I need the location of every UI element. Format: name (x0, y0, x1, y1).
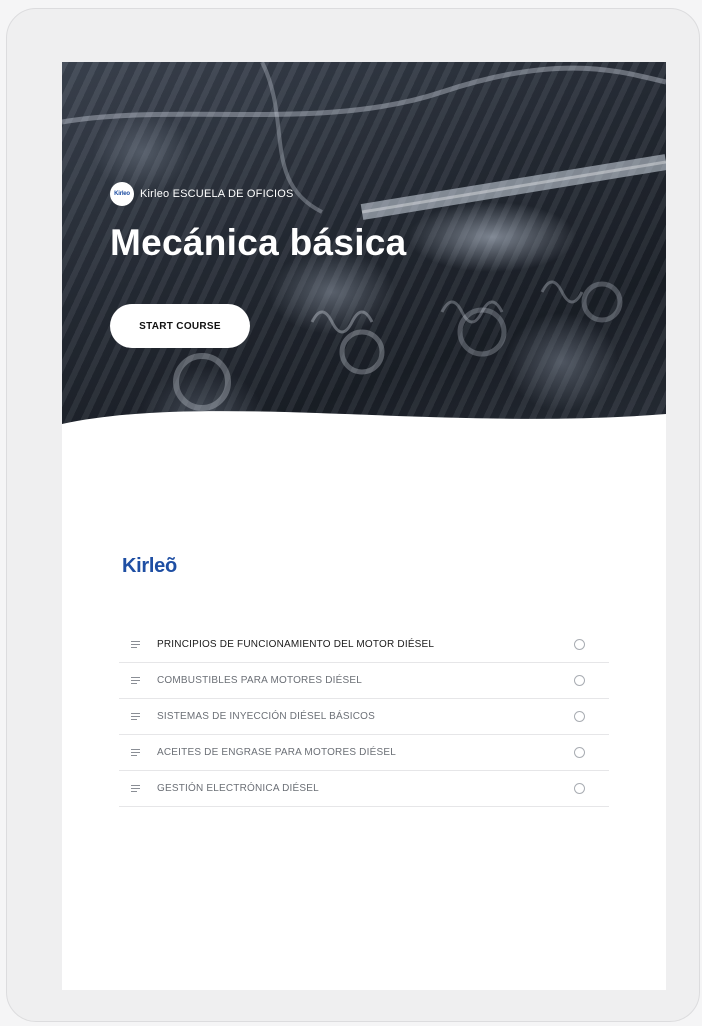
text-lines-icon (131, 677, 143, 684)
empty-circle-icon (574, 711, 585, 722)
kirleo-badge-icon: Kirleo (110, 182, 134, 206)
lesson-item[interactable]: COMBUSTIBLES PARA MOTORES DIÉSEL (119, 663, 609, 699)
school-brand: Kirleo Kirleo ESCUELA DE OFICIOS (110, 182, 294, 206)
course-screen: Kirleo Kirleo ESCUELA DE OFICIOS Mecánic… (62, 62, 666, 990)
lesson-title: GESTIÓN ELECTRÓNICA DIÉSEL (157, 783, 319, 794)
lesson-title: ACEITES DE ENGRASE PARA MOTORES DIÉSEL (157, 747, 396, 758)
text-lines-icon (131, 749, 143, 756)
lesson-item[interactable]: SISTEMAS DE INYECCIÓN DIÉSEL BÁSICOS (119, 699, 609, 735)
text-lines-icon (131, 785, 143, 792)
lesson-title: COMBUSTIBLES PARA MOTORES DIÉSEL (157, 675, 362, 686)
tablet-frame: Kirleo Kirleo ESCUELA DE OFICIOS Mecánic… (6, 8, 700, 1022)
hero-wave-divider (62, 411, 666, 462)
lesson-item[interactable]: PRINCIPIOS DE FUNCIONAMIENTO DEL MOTOR D… (119, 627, 609, 663)
lesson-list: PRINCIPIOS DE FUNCIONAMIENTO DEL MOTOR D… (119, 627, 609, 807)
empty-circle-icon (574, 747, 585, 758)
start-course-button[interactable]: START COURSE (110, 304, 250, 348)
lesson-item[interactable]: GESTIÓN ELECTRÓNICA DIÉSEL (119, 771, 609, 807)
text-lines-icon (131, 641, 143, 648)
lesson-title: PRINCIPIOS DE FUNCIONAMIENTO DEL MOTOR D… (157, 639, 435, 650)
lesson-item[interactable]: ACEITES DE ENGRASE PARA MOTORES DIÉSEL (119, 735, 609, 771)
empty-circle-icon (574, 783, 585, 794)
course-title: Mecánica básica (110, 222, 407, 263)
empty-circle-icon (574, 639, 585, 650)
kirleo-logo: Kirleõ (122, 555, 177, 577)
school-name: Kirleo ESCUELA DE OFICIOS (140, 188, 294, 200)
empty-circle-icon (574, 675, 585, 686)
text-lines-icon (131, 713, 143, 720)
lesson-title: SISTEMAS DE INYECCIÓN DIÉSEL BÁSICOS (157, 711, 375, 722)
